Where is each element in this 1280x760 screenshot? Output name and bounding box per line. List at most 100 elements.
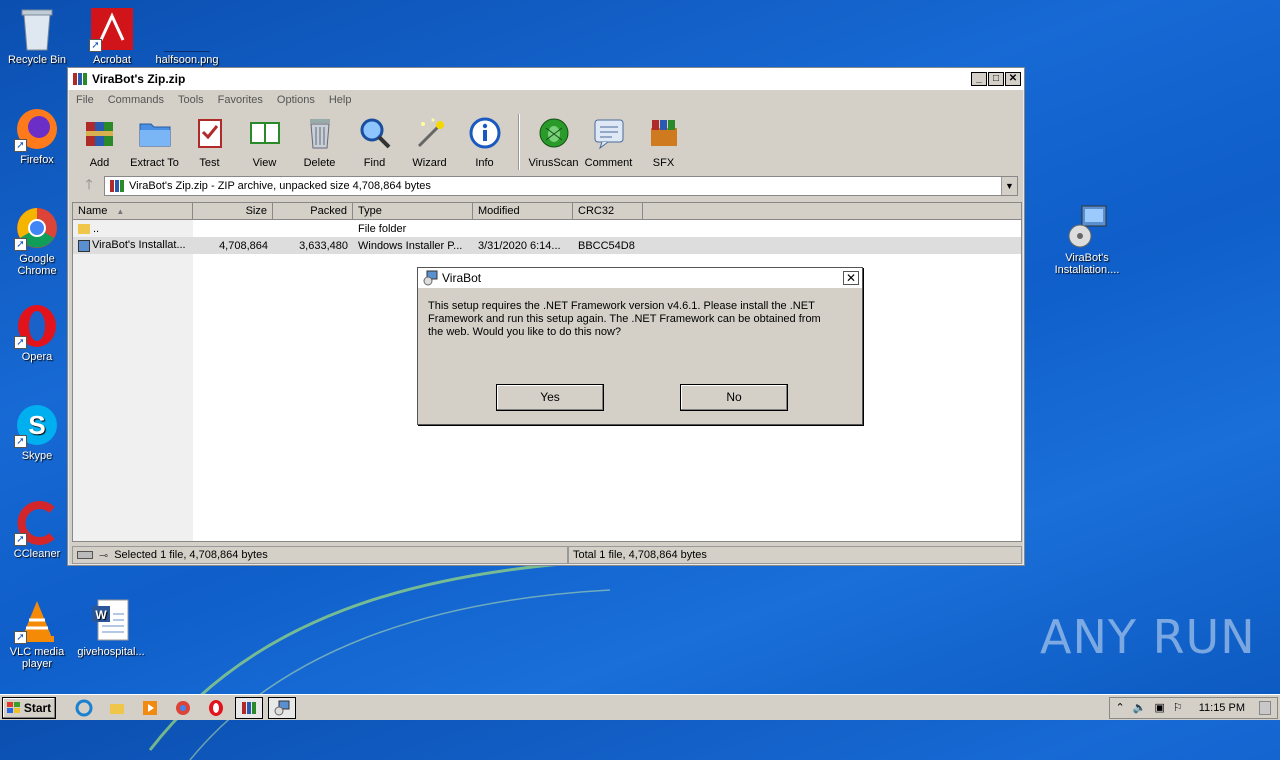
dialog-title: ViraBot — [442, 271, 482, 285]
magnifier-icon — [360, 118, 390, 149]
desktop-icon-skype[interactable]: S ➚ Skype — [0, 402, 74, 462]
media-player-icon — [143, 700, 157, 715]
address-field[interactable]: ViraBot's Zip.zip - ZIP archive, unpacke… — [104, 176, 1018, 196]
window-title: ViraBot's Zip.zip — [92, 72, 186, 86]
desktop-icon-opera[interactable]: ➚ Opera — [0, 303, 74, 363]
menu-help[interactable]: Help — [329, 94, 352, 106]
bug-icon — [539, 118, 568, 148]
column-header-type[interactable]: Type — [353, 203, 473, 219]
find-button[interactable]: Find — [347, 112, 402, 169]
menu-favorites[interactable]: Favorites — [218, 94, 263, 106]
clock[interactable]: 11:15 PM — [1199, 702, 1245, 714]
drive-icon — [77, 551, 93, 559]
menu-file[interactable]: File — [76, 94, 94, 106]
name-column-shade — [73, 220, 193, 541]
dialog-titlebar[interactable]: ViraBot ✕ — [418, 268, 862, 288]
taskbar-ie[interactable] — [70, 697, 98, 719]
dialog-close-button[interactable]: ✕ — [843, 271, 859, 285]
address-text: ViraBot's Zip.zip - ZIP archive, unpacke… — [129, 180, 431, 192]
start-button[interactable]: Start — [2, 696, 56, 719]
winrar-icon — [73, 73, 87, 85]
no-button[interactable]: No — [680, 384, 788, 411]
menu-options[interactable]: Options — [277, 94, 315, 106]
status-total: Total 1 file, 4,708,864 bytes — [573, 549, 707, 561]
installer-file-icon — [78, 239, 90, 252]
installer-icon — [274, 700, 290, 715]
anyrun-watermark: ANY RUN — [1040, 610, 1256, 664]
column-header-name[interactable]: Name ▲ — [73, 203, 193, 219]
table-row[interactable]: ViraBot's Installat... 4,708,864 3,633,4… — [73, 237, 1021, 254]
test-button[interactable]: Test — [182, 112, 237, 169]
sfx-button[interactable]: SFX — [636, 112, 691, 169]
show-desktop-button[interactable] — [1259, 700, 1271, 715]
word-document-icon: W — [92, 599, 129, 641]
desktop-icon-firefox[interactable]: ➚ Firefox — [0, 106, 74, 166]
taskbar: Start ⌃ 🔈 ▣ ⚐ 11:15 PM — [0, 694, 1280, 720]
taskbar-winrar[interactable] — [235, 696, 263, 719]
address-dropdown-button[interactable]: ▼ — [1001, 177, 1017, 195]
minimize-button[interactable]: _ — [971, 72, 987, 86]
taskbar-chrome[interactable] — [169, 697, 197, 719]
recycle-bin-icon — [21, 9, 53, 51]
add-button[interactable]: Add — [72, 112, 127, 169]
add-archive-icon — [85, 122, 113, 146]
virusscan-button[interactable]: VirusScan — [526, 112, 581, 169]
close-button[interactable]: ✕ — [1005, 72, 1021, 86]
sort-asc-icon: ▲ — [116, 207, 125, 216]
menu-tools[interactable]: Tools — [178, 94, 204, 106]
wallpaper-swoosh — [148, 560, 621, 760]
key-icon: ⊸ — [99, 549, 109, 562]
desktop-icon-vlc[interactable]: ➚ VLC media player — [0, 598, 74, 670]
window-titlebar[interactable]: ViraBot's Zip.zip _ □ ✕ — [68, 68, 1024, 90]
desktop-icon-givehospital[interactable]: W givehospital... — [74, 598, 148, 658]
column-header-size[interactable]: Size — [193, 203, 273, 219]
action-center-flag-icon[interactable]: ⚐ — [1173, 701, 1183, 714]
column-header-crc32[interactable]: CRC32 — [573, 203, 643, 219]
wand-icon — [417, 118, 444, 148]
up-one-level-button[interactable]: 🡑 — [74, 174, 104, 198]
dialog-message: This setup requires the .NET Framework v… — [428, 300, 821, 338]
test-icon — [197, 119, 222, 148]
extract-to-button[interactable]: Extract To — [127, 112, 182, 169]
desktop-icon-halfsoon[interactable]: halfsoon.png — [150, 6, 224, 66]
volume-icon[interactable]: 🔈 — [1133, 701, 1147, 714]
taskbar-explorer[interactable] — [103, 697, 131, 719]
view-button[interactable]: View — [237, 112, 292, 169]
taskbar-media-player[interactable] — [136, 697, 164, 719]
desktop-icon-virabot-installer[interactable]: ViraBot's Installation.... — [1050, 204, 1124, 276]
network-icon[interactable]: ▣ — [1154, 701, 1164, 714]
table-row[interactable]: .. File folder — [73, 220, 1021, 237]
info-button[interactable]: Info — [457, 112, 512, 169]
opera-icon — [209, 699, 223, 716]
sfx-icon — [650, 120, 677, 146]
column-header-modified[interactable]: Modified — [473, 203, 573, 219]
desktop-icon-acrobat[interactable]: ➚ Acrobat — [75, 6, 149, 66]
comment-button[interactable]: Comment — [581, 112, 636, 169]
address-bar: 🡑 ViraBot's Zip.zip - ZIP archive, unpac… — [68, 174, 1024, 198]
yes-button[interactable]: Yes — [496, 384, 604, 411]
delete-button[interactable]: Delete — [292, 112, 347, 169]
virabot-dialog: ViraBot ✕ This setup requires the .NET F… — [417, 267, 863, 425]
taskbar-installer[interactable] — [268, 696, 296, 719]
column-header-packed[interactable]: Packed — [273, 203, 353, 219]
folder-icon — [139, 123, 170, 147]
desktop-icon-ccleaner[interactable]: ➚ CCleaner — [0, 500, 74, 560]
status-selection: Selected 1 file, 4,708,864 bytes — [114, 549, 268, 561]
folder-up-icon — [78, 223, 90, 234]
trash-icon — [309, 119, 330, 149]
book-icon — [249, 122, 280, 144]
installer-icon — [423, 270, 438, 286]
ie-icon — [75, 699, 93, 716]
wizard-button[interactable]: Wizard — [402, 112, 457, 169]
show-hidden-icons-icon[interactable]: ⌃ — [1116, 701, 1125, 714]
maximize-button[interactable]: □ — [988, 72, 1004, 86]
menu-commands[interactable]: Commands — [108, 94, 164, 106]
folder-icon — [110, 703, 124, 714]
desktop-icon-chrome[interactable]: ➚ Google Chrome — [0, 205, 74, 277]
desktop-icon-recycle-bin[interactable]: Recycle Bin — [0, 6, 74, 66]
status-bar: ⊸ Selected 1 file, 4,708,864 bytes Total… — [72, 546, 1022, 564]
svg-text:W: W — [95, 608, 107, 622]
taskbar-opera[interactable] — [202, 697, 230, 719]
winrar-icon — [242, 701, 256, 714]
toolbar: Add Extract To Test View Delete Find Wiz… — [68, 110, 1024, 174]
